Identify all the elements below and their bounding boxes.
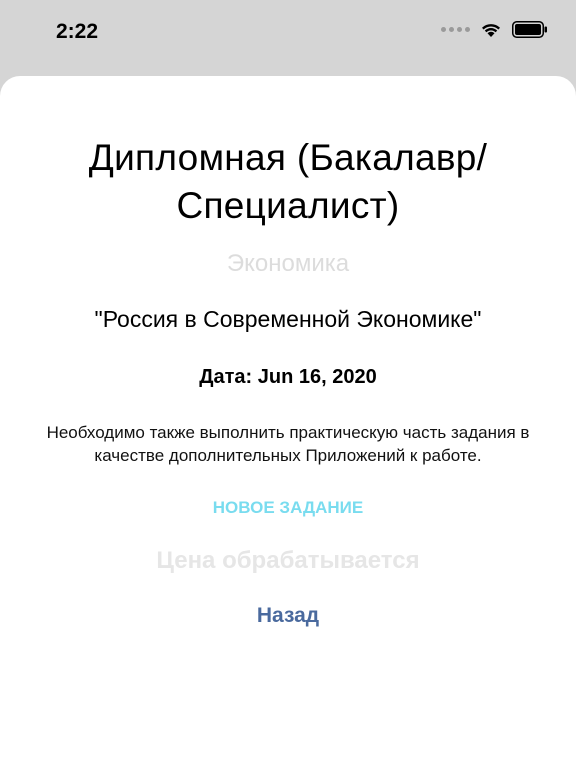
price-status: Цена обрабатывается [156,547,420,574]
order-subject: Экономика [226,250,350,277]
order-note: Необходимо также выполнить практическую … [46,423,530,465]
battery-icon [512,21,548,38]
order-date: Дата: Jun 16, 2020 [199,366,377,388]
signal-dots-icon [441,27,470,32]
order-title: Дипломная (Бакалавр/ Специалист) [88,137,488,226]
status-icons [441,21,548,38]
order-content: Дипломная (Бакалавр/ Специалист) Экономи… [0,134,576,629]
status-bar: 2:22 [0,0,576,64]
status-time: 2:22 [56,20,99,43]
order-detail-sheet: Дипломная (Бакалавр/ Специалист) Экономи… [0,76,576,768]
back-button[interactable]: Назад [251,603,325,629]
new-task-button[interactable]: НОВОЕ ЗАДАНИЕ [207,497,369,519]
wifi-icon [480,22,502,38]
order-topic: "Россия в Современной Экономике" [94,306,482,332]
